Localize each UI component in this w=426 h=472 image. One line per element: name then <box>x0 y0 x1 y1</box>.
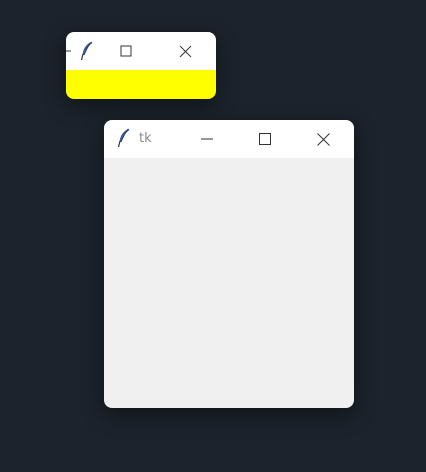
close-icon <box>179 45 191 57</box>
small-window-close-button[interactable] <box>162 32 208 70</box>
small-window-titlebar[interactable] <box>66 32 216 70</box>
tk-feather-icon <box>117 128 130 148</box>
close-icon <box>316 132 330 146</box>
tk-window-close-button[interactable] <box>300 120 346 158</box>
small-window-client-area <box>66 70 216 99</box>
minimize-icon <box>201 138 213 140</box>
tk-window[interactable]: tk <box>104 120 354 408</box>
tk-window-client-area <box>104 158 354 408</box>
small-window[interactable] <box>66 32 216 99</box>
tk-window-minimize-button[interactable] <box>184 120 230 158</box>
tk-window-titlebar[interactable]: tk <box>104 120 354 158</box>
tk-window-maximize-button[interactable] <box>242 120 288 158</box>
small-window-maximize-button[interactable] <box>103 32 149 70</box>
minimize-icon <box>66 50 71 52</box>
maximize-icon <box>120 45 132 57</box>
tk-feather-icon <box>80 41 93 61</box>
tk-window-title: tk <box>139 131 152 146</box>
maximize-icon <box>259 133 271 145</box>
desktop: tk <box>0 0 426 472</box>
